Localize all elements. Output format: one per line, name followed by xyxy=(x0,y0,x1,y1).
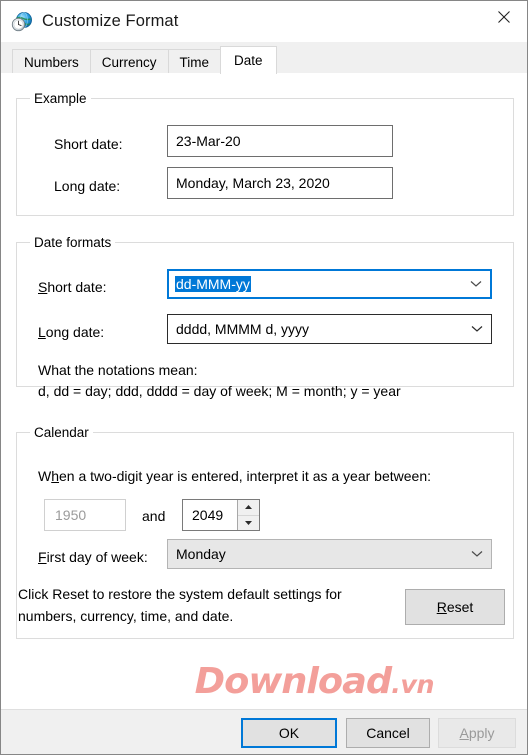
example-long-date-label: Long date: xyxy=(54,178,121,194)
cancel-button[interactable]: Cancel xyxy=(346,718,430,748)
tab-numbers[interactable]: Numbers xyxy=(12,49,91,74)
first-day-of-week-label: First day of week: xyxy=(38,549,148,565)
ok-button[interactable]: OK xyxy=(241,718,337,748)
reset-button[interactable]: Reset xyxy=(405,589,505,625)
year-from-field: 1950 xyxy=(44,499,126,531)
reset-description-line2: numbers, currency, time, and date. xyxy=(18,608,234,624)
date-formats-group-legend: Date formats xyxy=(34,235,112,250)
long-date-format-value: dddd, MMMM d, yyyy xyxy=(176,321,310,337)
year-to-value[interactable]: 2049 xyxy=(183,500,237,530)
tab-date[interactable]: Date xyxy=(220,46,277,74)
short-date-format-value-wrap: dd-MMM-yy xyxy=(175,276,462,292)
reset-description: Click Reset to restore the system defaul… xyxy=(18,583,378,627)
example-group: Example Short date: 23-Mar-20 Long date:… xyxy=(16,91,514,216)
dialog-footer: OK Cancel Apply xyxy=(1,709,527,754)
calendar-group-legend: Calendar xyxy=(34,425,89,440)
example-group-legend: Example xyxy=(34,91,87,106)
year-to-spinner[interactable]: 2049 xyxy=(182,499,260,531)
tab-time[interactable]: Time xyxy=(167,49,222,74)
close-icon[interactable] xyxy=(481,1,527,32)
apply-button: Apply xyxy=(438,718,516,748)
first-day-of-week-value: Monday xyxy=(176,546,226,562)
chevron-down-icon[interactable] xyxy=(463,325,491,333)
long-date-format-label: Long date: xyxy=(38,324,105,340)
short-date-format-value: dd-MMM-yy xyxy=(175,276,251,292)
short-date-format-label: Short date: xyxy=(38,279,107,295)
example-long-date-value: Monday, March 23, 2020 xyxy=(167,167,393,199)
window-title: Customize Format xyxy=(42,12,179,30)
reset-description-line1: Click Reset to restore the system defaul… xyxy=(18,586,342,602)
customize-format-dialog: Customize Format Numbers Currency Time D… xyxy=(0,0,528,755)
spinner-down-icon[interactable] xyxy=(238,515,259,530)
long-date-format-combo[interactable]: dddd, MMMM d, yyyy xyxy=(167,314,492,344)
spinner-up-icon[interactable] xyxy=(238,500,259,516)
title-bar: Customize Format xyxy=(1,1,527,42)
example-short-date-value: 23-Mar-20 xyxy=(167,125,393,157)
chevron-down-icon[interactable] xyxy=(462,280,490,288)
tab-currency[interactable]: Currency xyxy=(89,49,169,74)
two-digit-year-description: When a two-digit year is entered, interp… xyxy=(38,468,431,484)
year-to-spin-buttons xyxy=(237,500,259,530)
notations-body: d, dd = day; ddd, dddd = day of week; M … xyxy=(38,383,401,399)
region-globe-clock-icon xyxy=(11,11,33,33)
notations-title: What the notations mean: xyxy=(38,362,198,378)
short-date-format-combo[interactable]: dd-MMM-yy xyxy=(167,269,492,299)
first-day-of-week-combo[interactable]: Monday xyxy=(167,539,492,569)
tab-strip: Numbers Currency Time Date xyxy=(1,42,527,74)
date-formats-group: Date formats Short date: dd-MMM-yy Long … xyxy=(16,235,514,399)
chevron-down-icon[interactable] xyxy=(463,550,491,558)
example-short-date-label: Short date: xyxy=(54,136,123,152)
and-label: and xyxy=(142,508,166,524)
